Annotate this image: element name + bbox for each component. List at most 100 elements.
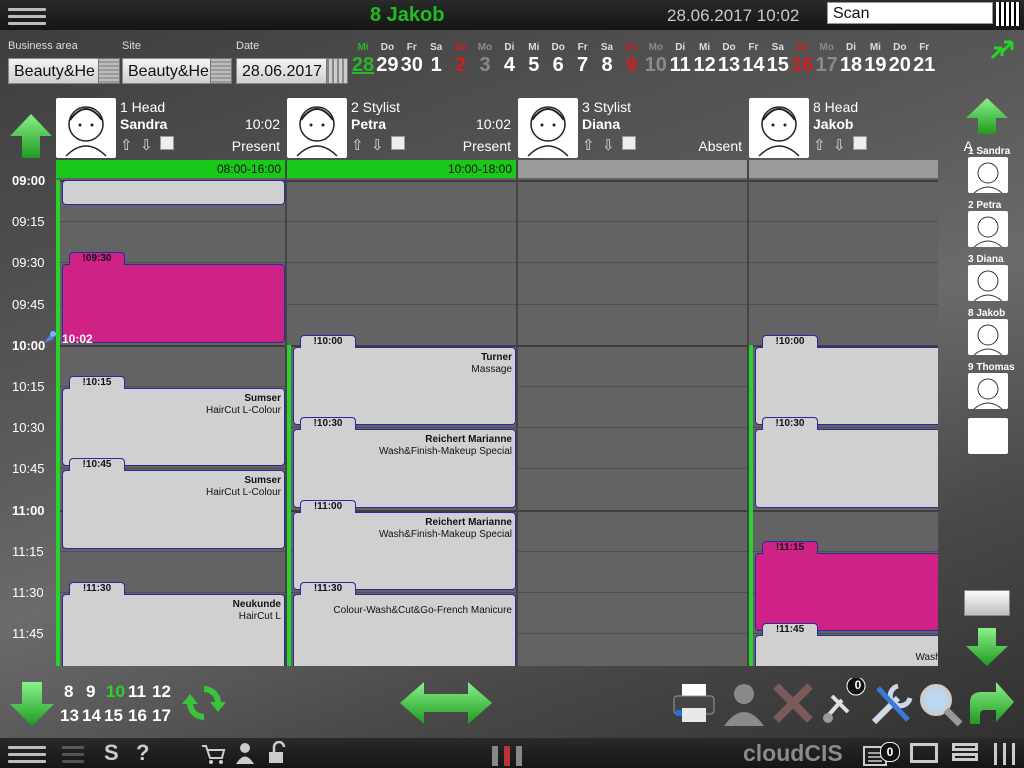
list-icon[interactable] <box>62 742 84 764</box>
day-cell[interactable]: Sa 1 <box>424 42 448 77</box>
delete-icon[interactable] <box>770 680 816 726</box>
qr-code-icon[interactable] <box>996 2 1020 26</box>
wrench-screwdriver-icon[interactable] <box>868 680 916 728</box>
move-down-icon[interactable]: ⇩ <box>833 136 846 154</box>
appointment[interactable]: !11:15Ne <box>755 540 938 632</box>
magnifier-icon[interactable] <box>916 680 964 728</box>
day-cell[interactable]: Fr 21 <box>912 42 936 77</box>
staff-scroll-up-icon[interactable] <box>964 96 1010 136</box>
day-cell[interactable]: Fr 14 <box>741 42 765 77</box>
appointment[interactable]: !11:30 Neukunde HairCut L <box>62 582 285 666</box>
appointment[interactable]: !11:30 Colour-Wash&Cut&Go-French Manicure <box>293 582 516 666</box>
day-cell[interactable]: Mi 19 <box>863 42 887 77</box>
scroll-down-arrow-icon[interactable] <box>8 680 56 728</box>
split-view-icon[interactable] <box>952 743 978 763</box>
day-cell[interactable]: Do 13 <box>717 42 741 77</box>
page-number[interactable]: 8 <box>64 682 73 702</box>
day-cell[interactable]: Mo 10 <box>644 42 668 77</box>
day-cell[interactable]: So 9 <box>619 42 643 77</box>
site-dropdown-button[interactable] <box>210 58 232 84</box>
refresh-icon[interactable] <box>180 680 228 726</box>
s-button[interactable]: S <box>104 740 119 766</box>
appointment[interactable]: !09:30 <box>62 252 285 343</box>
scroll-up-arrow-icon[interactable] <box>8 112 54 160</box>
help-button[interactable]: ? <box>136 740 149 766</box>
day-cell[interactable]: Do 20 <box>888 42 912 77</box>
appointment[interactable]: !11:45LiebheWash&Finish <box>755 623 938 666</box>
business-area-dropdown-button[interactable] <box>98 58 120 84</box>
appointment[interactable] <box>62 180 285 206</box>
staff-checkbox[interactable] <box>853 136 867 150</box>
move-up-icon[interactable]: ⇧ <box>120 136 133 154</box>
day-cell[interactable]: Sa 15 <box>766 42 790 77</box>
page-number[interactable]: 17 <box>152 706 171 726</box>
staff-list-item[interactable]: 3 Diana <box>968 254 1008 302</box>
day-cell[interactable]: Sa 8 <box>595 42 619 77</box>
unlock-icon[interactable] <box>266 741 290 765</box>
prev-next-arrows-icon[interactable] <box>398 680 494 726</box>
test-tubes-icon[interactable] <box>478 738 538 768</box>
page-number[interactable]: 14 <box>82 706 101 726</box>
bottom-menu-icon[interactable] <box>8 742 46 764</box>
day-cell[interactable]: Mi 12 <box>693 42 717 77</box>
move-down-icon[interactable]: ⇩ <box>371 136 384 154</box>
blank-button[interactable] <box>964 590 1010 616</box>
page-number[interactable]: 12 <box>152 682 171 702</box>
date-field[interactable]: 28.06.2017 <box>236 58 328 84</box>
staff-header[interactable]: 3 Stylist Diana ⇧ ⇩ Absent <box>518 98 748 160</box>
printer-icon[interactable] <box>672 682 718 726</box>
scan-input[interactable]: Scan <box>827 2 993 24</box>
staff-header[interactable]: 1 Head Sandra 10:02 ⇧ ⇩ Present <box>56 98 286 160</box>
day-cell[interactable]: Di 4 <box>497 42 521 77</box>
appointment[interactable]: !10:30 Reichert Marianne Wash&Finish-Makeu… <box>293 417 516 508</box>
day-cell[interactable]: So 16 <box>790 42 814 77</box>
cart-icon[interactable] <box>200 742 226 766</box>
day-cell[interactable]: Mi 5 <box>522 42 546 77</box>
move-up-icon[interactable]: ⇧ <box>351 136 364 154</box>
page-number[interactable]: 10 <box>106 682 125 702</box>
staff-list-item[interactable]: 9 Thomas <box>968 362 1015 410</box>
move-down-icon[interactable]: ⇩ <box>140 136 153 154</box>
collapse-icon[interactable] <box>988 38 1016 62</box>
day-cell[interactable]: Fr 30 <box>400 42 424 77</box>
page-number[interactable]: 16 <box>128 706 147 726</box>
person-icon[interactable] <box>720 680 768 728</box>
staff-header[interactable]: 8 Head Jakob ⇧ ⇩ A <box>749 98 979 160</box>
day-cell[interactable]: Mo 3 <box>473 42 497 77</box>
move-up-icon[interactable]: ⇧ <box>813 136 826 154</box>
site-select[interactable]: Beauty&He <box>122 58 212 84</box>
appointment[interactable]: !10:15 Sumser HairCut L-Colour <box>62 376 285 467</box>
day-cell[interactable]: Mi 28 <box>351 42 375 77</box>
page-number[interactable]: 11 <box>128 682 146 702</box>
move-down-icon[interactable]: ⇩ <box>602 136 615 154</box>
single-view-icon[interactable] <box>910 743 938 763</box>
appointment[interactable]: !10:00 Turner Massage <box>293 334 516 426</box>
user-icon[interactable] <box>234 741 256 765</box>
main-menu-icon[interactable] <box>8 4 46 26</box>
day-cell[interactable]: Mo 17 <box>815 42 839 77</box>
staff-list-item-empty[interactable] <box>968 418 1008 454</box>
staff-list-item[interactable]: 1 Sandra <box>968 146 1010 194</box>
appointment[interactable]: !10:45 Sumser HairCut L-Colour <box>62 458 285 549</box>
day-cell[interactable]: So 2 <box>449 42 473 77</box>
staff-list-item[interactable]: 8 Jakob <box>968 308 1008 356</box>
page-number[interactable]: 9 <box>86 682 95 702</box>
day-cell[interactable]: Fr 7 <box>571 42 595 77</box>
staff-list-item[interactable]: 2 Petra <box>968 200 1008 248</box>
day-cell[interactable]: Di 18 <box>839 42 863 77</box>
calendar-picker-icon[interactable] <box>326 58 348 84</box>
day-cell[interactable]: Do 29 <box>375 42 399 77</box>
forward-arrow-icon[interactable] <box>966 680 1016 728</box>
appointment[interactable]: !10:30NeHairCut <box>755 417 938 508</box>
move-up-icon[interactable]: ⇧ <box>582 136 595 154</box>
staff-header[interactable]: 2 Stylist Petra 10:02 ⇧ ⇩ Present <box>287 98 517 160</box>
staff-checkbox[interactable] <box>622 136 636 150</box>
columns-view-icon[interactable] <box>994 743 1018 765</box>
day-cell[interactable]: Di 11 <box>668 42 692 77</box>
staff-checkbox[interactable] <box>391 136 405 150</box>
appointment[interactable]: !11:00 Reichert Marianne Wash&Finish-Makeu… <box>293 499 516 590</box>
business-area-select[interactable]: Beauty&He <box>8 58 100 84</box>
page-number[interactable]: 13 <box>60 706 79 726</box>
staff-checkbox[interactable] <box>160 136 174 150</box>
schedule-grid[interactable]: 08:00-16:0010:00-18:00 10:00 !09:30 !10:15 S… <box>56 160 938 666</box>
